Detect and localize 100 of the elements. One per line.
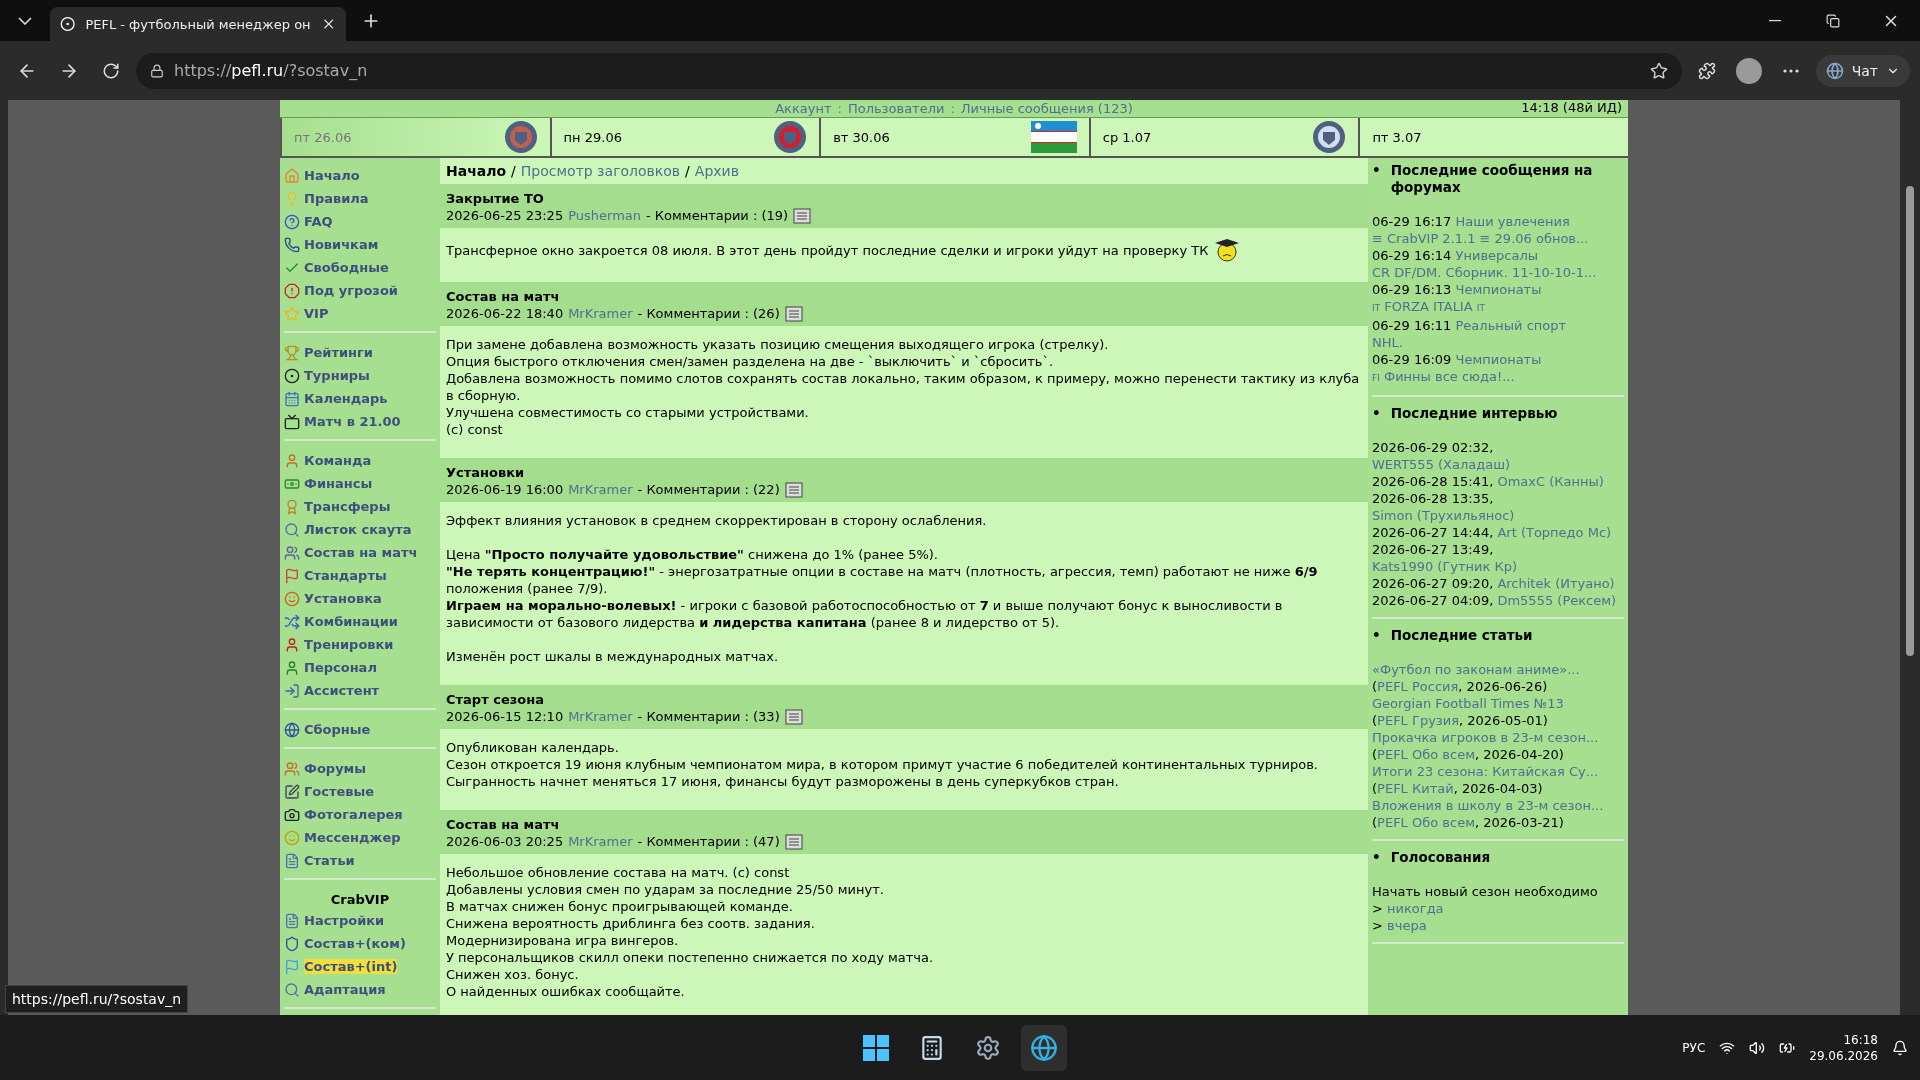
topic-link[interactable]: CR DF/DM. Сборник. 11-10-10-1... [1372,265,1597,280]
sidebar-link[interactable]: Финансы [304,476,373,491]
clock-date[interactable]: 29.06.2026 [1809,1048,1878,1063]
language-indicator[interactable]: РУС [1682,1040,1706,1055]
clock-time[interactable]: 16:18 [1843,1032,1878,1047]
schedule-cell[interactable]: пт 26.06 [280,118,550,156]
interview-link[interactable]: Kats1990 (Гутник Кр) [1372,558,1518,575]
document-icon[interactable] [784,833,803,850]
nav-link[interactable]: Аккаунт [775,101,832,116]
document-icon[interactable] [784,305,803,322]
article-link[interactable]: Итоги 23 сезона: Китайская Су... [1372,764,1599,779]
article-link[interactable]: Georgian Football Times №13 [1372,696,1564,711]
article-link[interactable]: Вложения в школу в 23-м сезон... [1372,798,1604,813]
comments-link[interactable]: - Комментарии : (19) [646,207,789,224]
sidebar-link[interactable]: Гостевые [304,784,375,799]
sidebar-link[interactable]: Фотогалерея [304,807,403,822]
sidebar-link[interactable]: Правила [304,191,369,206]
sidebar-link[interactable]: Свободные [304,260,389,275]
schedule-cell[interactable]: ср 1.07 [1088,118,1359,156]
bullet: • [1372,162,1381,180]
schedule-cell[interactable]: вт 30.06 [819,118,1089,156]
sidebar-link[interactable]: Статьи [304,853,355,868]
address-field[interactable]: https://pefl.ru/?sostav_n [136,52,1682,89]
author-link[interactable]: MrKramer [568,305,633,322]
volume-icon[interactable] [1749,1039,1766,1056]
sidebar-link[interactable]: Матч в 21.00 [304,414,401,429]
forum-link[interactable]: Чемпионаты [1455,282,1542,297]
section-link[interactable]: PEFL Обо всем [1377,815,1475,830]
sidebar-link[interactable]: Сборные [304,722,371,737]
interview-link[interactable]: Dm5555 (Рексем) [1497,592,1617,609]
sidebar-link[interactable]: Календарь [304,391,388,406]
forum-link[interactable]: Наши увлечения [1455,214,1570,229]
sidebar-link[interactable]: Тренировки [304,637,394,652]
section-link[interactable]: PEFL Грузия [1377,713,1460,728]
news-text: У персональщиков скилл опеки постепенно снижается по ходу матча. [446,949,934,966]
breadcrumb-link[interactable]: Архив [694,163,739,179]
sidebar-link[interactable]: Листок скаута [304,522,412,537]
sidebar-link[interactable]: Ассистент [304,683,380,698]
sidebar-link[interactable]: Начало [304,168,360,183]
interview-link[interactable]: Simon (Трухильянос) [1372,507,1515,524]
sidebar-link[interactable]: Под угрозой [304,283,398,298]
section-link[interactable]: PEFL Обо всем [1377,747,1475,762]
author-link[interactable]: MrKramer [568,708,633,725]
sidebar-link[interactable]: Комбинации [304,614,398,629]
schedule-cell[interactable]: пн 29.06 [549,118,820,156]
author-link[interactable]: MrKramer [568,481,633,498]
nav-link[interactable]: Пользователи [847,101,945,116]
interview-link[interactable]: OmaxC (Канны) [1497,473,1604,490]
interview-link[interactable]: Art (Торпедо Мс) [1497,524,1612,541]
sidebar-link[interactable]: Состав+(ком) [304,936,406,951]
sidebar-link[interactable]: Установка [304,591,382,606]
poll-option[interactable]: никогда [1387,901,1444,916]
sidebar-link[interactable]: Настройки [304,913,385,928]
topic-link[interactable]: FORZA ITALIA [1384,299,1473,314]
sidebar-link[interactable]: Трансферы [304,499,391,514]
news-text: Сезон откроется 19 июня клубным чемпионатом мира, в котором примут участие 6 победителей континентальных турниров. [446,756,1318,773]
nav-link[interactable]: Личные сообщения (123) [960,101,1133,116]
sidebar-link[interactable]: Рейтинги [304,345,373,360]
document-icon[interactable] [784,481,803,498]
document-icon[interactable] [784,708,803,725]
favorite-icon[interactable] [1649,61,1668,80]
comments-link[interactable]: - Комментарии : (26) [637,305,780,322]
sidebar-link[interactable]: Форумы [304,761,366,776]
article-link[interactable]: «Футбол по законам аниме»... [1372,662,1580,677]
interview-link[interactable]: WERT555 (Халадаш) [1372,456,1511,473]
sidebar-link[interactable]: Состав+(int) [304,959,398,974]
poll-option[interactable]: вчера [1387,918,1427,933]
sidebar-link[interactable]: Турниры [304,368,370,383]
topic-link[interactable]: NHL. [1372,335,1403,350]
chat-button[interactable]: Чат [1815,54,1910,87]
forum-link[interactable]: Реальный спорт [1455,318,1567,333]
topic-link[interactable]: ≡ CrabVIP 2.1.1 ≡ 29.06 обнов... [1372,231,1589,246]
browser-button[interactable] [1021,1024,1067,1071]
author-link[interactable]: Pusherman [568,207,641,224]
topic-link[interactable]: Финны все сюда!... [1384,369,1515,384]
sidebar-link[interactable]: Команда [304,453,372,468]
interview-link[interactable]: Architek (Итуано) [1497,575,1615,592]
sidebar-link[interactable]: Адаптация [304,982,386,997]
sidebar-link[interactable]: FAQ [304,214,333,229]
forum-link[interactable]: Чемпионаты [1455,352,1542,367]
document-icon[interactable] [793,207,812,224]
schedule-cell[interactable]: пт 3.07 [1358,118,1628,156]
author-link[interactable]: MrKramer [568,833,633,850]
sidebar-link[interactable]: Стандарты [304,568,387,583]
article-link[interactable]: Прокачка игроков в 23-м сезон... [1372,730,1599,745]
interview-time: 2026-06-27 14:44, [1372,525,1494,540]
comments-link[interactable]: - Комментарии : (47) [637,833,780,850]
section-link[interactable]: PEFL Китай [1377,781,1454,796]
sidebar-link[interactable]: Состав на матч [304,545,418,560]
sidebar-link[interactable]: VIP [304,306,329,321]
notification-icon[interactable] [1892,1039,1908,1056]
breadcrumb-link[interactable]: Просмотр заголовков [520,163,681,179]
browser-tab[interactable]: PEFL - футбольный менеджер он [50,7,346,41]
comments-link[interactable]: - Комментарии : (22) [637,481,780,498]
comments-link[interactable]: - Комментарии : (33) [637,708,780,725]
sidebar-link[interactable]: Персонал [304,660,377,675]
forum-link[interactable]: Универсалы [1455,248,1538,263]
sidebar-link[interactable]: Новичкам [304,237,379,252]
news-text: Эффект влияния установок в среднем скорректирован в сторону ослабления. [446,512,987,529]
sidebar-link[interactable]: Мессенджер [304,830,401,845]
